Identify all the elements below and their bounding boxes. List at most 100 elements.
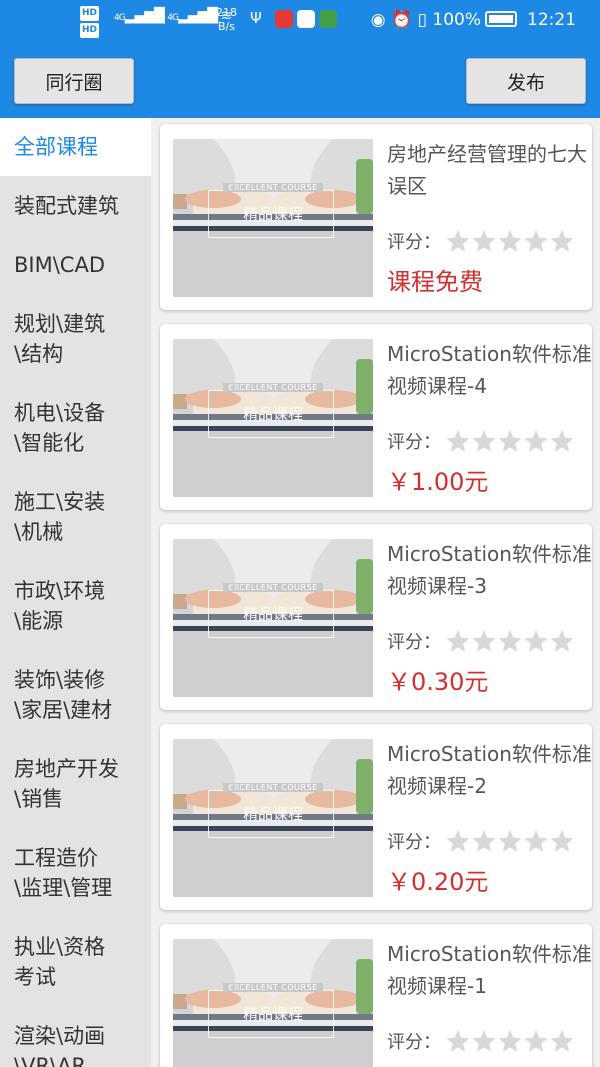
usb-icon: Ψ xyxy=(250,9,266,27)
course-title: MicroStation软件标准视频课程-4 xyxy=(387,342,592,398)
alarm-icon: ⏰ xyxy=(391,10,413,30)
course-thumbnail: EXCELLENT COURSE 精品课程 xyxy=(173,539,373,697)
battery-icon xyxy=(485,11,517,27)
course-rating: 评分： xyxy=(387,1028,575,1054)
category-item[interactable]: 施工\安装\机械 xyxy=(0,472,130,561)
star-icon xyxy=(446,430,470,452)
star-icon xyxy=(472,830,496,852)
status-bar: HD HD 4G▂▄▆█ 4G▂▄▆█ ≋ 218 B/s Ψ ◉ ⏰ ▯ 10… xyxy=(0,0,600,44)
course-card[interactable]: EXCELLENT COURSE 精品课程 MicroStation软件标准视频课程… xyxy=(160,524,592,710)
star-icon xyxy=(524,830,548,852)
category-sidebar: 全部课程 装配式建筑 BIM\CAD 规划\建筑\结构 机电\设备\智能化 施工… xyxy=(0,118,151,1067)
course-thumbnail: EXCELLENT COURSE 精品课程 xyxy=(173,939,373,1067)
thumbnail-en-label: EXCELLENT COURSE xyxy=(223,783,323,792)
course-title: 房地产经营管理的七大误区 xyxy=(387,142,587,198)
course-rating: 评分： xyxy=(387,828,575,854)
network-speed: 218 B/s xyxy=(216,6,237,33)
course-card[interactable]: EXCELLENT COURSE 精品课程 MicroStation软件标准视频课程… xyxy=(160,924,592,1067)
course-card[interactable]: EXCELLENT COURSE 精品课程 MicroStation软件标准视频课程… xyxy=(160,724,592,910)
app-notification-icon xyxy=(274,9,293,28)
course-rating: 评分： xyxy=(387,228,575,254)
status-right: ◉ ⏰ ▯ 100% 12:21 xyxy=(371,10,576,30)
category-item[interactable]: 机电\设备\智能化 xyxy=(0,383,130,472)
category-item[interactable]: 装饰\装修\家居\建材 xyxy=(0,650,130,739)
course-title: MicroStation软件标准视频课程-2 xyxy=(387,742,592,798)
course-list: EXCELLENT COURSE 精品课程 房地产经营管理的七大误区 评分： 课程免费 E… xyxy=(151,118,600,1067)
thumbnail-en-label: EXCELLENT COURSE xyxy=(223,183,323,192)
course-title: MicroStation软件标准视频课程-3 xyxy=(387,542,592,598)
star-icon xyxy=(550,430,574,452)
category-item[interactable]: 渲染\动画\VR\AR xyxy=(0,1006,130,1067)
notification-icons: Ψ xyxy=(250,9,341,28)
star-icon xyxy=(498,430,522,452)
battery-percent: 100% xyxy=(432,10,481,30)
star-icon xyxy=(550,1030,574,1052)
category-item[interactable]: 规划\建筑\结构 xyxy=(0,294,130,383)
app-notification-icon xyxy=(318,9,337,28)
star-icon xyxy=(498,1030,522,1052)
course-rating: 评分： xyxy=(387,428,575,454)
rating-label: 评分： xyxy=(387,1032,441,1053)
star-icon xyxy=(498,230,522,252)
star-icon xyxy=(524,1030,548,1052)
star-icon xyxy=(446,230,470,252)
course-rating: 评分： xyxy=(387,628,575,654)
peer-circle-button[interactable]: 同行圈 xyxy=(14,58,134,104)
course-card[interactable]: EXCELLENT COURSE 精品课程 房地产经营管理的七大误区评分： 课程免费 xyxy=(160,124,592,310)
category-item[interactable]: 全部课程 xyxy=(0,118,151,176)
app-bar: 同行圈 发布 xyxy=(0,44,600,118)
rating-stars xyxy=(445,1029,575,1053)
vibrate-icon: ▯ xyxy=(417,10,427,30)
course-thumbnail: EXCELLENT COURSE 精品课程 xyxy=(173,339,373,497)
hd-badge: HD xyxy=(80,6,100,21)
thumbnail-cn-label: 精品课程 xyxy=(242,405,303,423)
rating-label: 评分： xyxy=(387,232,441,253)
course-price: ￥0.20元 xyxy=(387,868,489,896)
star-icon xyxy=(446,1030,470,1052)
star-icon xyxy=(498,830,522,852)
star-icon xyxy=(524,230,548,252)
course-card[interactable]: EXCELLENT COURSE 精品课程 MicroStation软件标准视频课程… xyxy=(160,324,592,510)
rating-stars xyxy=(445,429,575,453)
category-item[interactable]: 房地产开发\销售 xyxy=(0,739,140,828)
app-notification-icon xyxy=(296,9,315,28)
category-item[interactable]: 执业\资格考试 xyxy=(0,917,130,1006)
thumbnail-cn-label: 精品课程 xyxy=(242,205,303,223)
category-item[interactable]: 工程造价\监理\管理 xyxy=(0,828,130,917)
rating-stars xyxy=(445,629,575,653)
star-icon xyxy=(472,1030,496,1052)
category-item[interactable]: 装配式建筑 xyxy=(0,176,151,235)
star-icon xyxy=(550,830,574,852)
star-icon xyxy=(524,630,548,652)
star-icon xyxy=(498,630,522,652)
rating-label: 评分： xyxy=(387,832,441,853)
hd-badge: HD xyxy=(80,23,100,38)
course-price: ￥0.30元 xyxy=(387,668,489,696)
thumbnail-cn-label: 精品课程 xyxy=(242,1005,303,1023)
rating-label: 评分： xyxy=(387,432,441,453)
hd-indicators: HD HD xyxy=(80,4,101,38)
star-icon xyxy=(446,830,470,852)
star-icon xyxy=(550,230,574,252)
publish-button[interactable]: 发布 xyxy=(466,58,586,104)
thumbnail-cn-label: 精品课程 xyxy=(242,805,303,823)
clock: 12:21 xyxy=(527,10,576,30)
category-item[interactable]: 市政\环境\能源 xyxy=(0,561,130,650)
star-icon xyxy=(472,430,496,452)
star-icon xyxy=(472,630,496,652)
rating-label: 评分： xyxy=(387,632,441,653)
thumbnail-en-label: EXCELLENT COURSE xyxy=(223,983,323,992)
star-icon xyxy=(446,630,470,652)
course-price: 课程免费 xyxy=(387,268,483,296)
thumbnail-en-label: EXCELLENT COURSE xyxy=(223,583,323,592)
course-thumbnail: EXCELLENT COURSE 精品课程 xyxy=(173,739,373,897)
course-price: ￥1.00元 xyxy=(387,468,489,496)
thumbnail-cn-label: 精品课程 xyxy=(242,605,303,623)
rating-stars xyxy=(445,229,575,253)
course-title: MicroStation软件标准视频课程-1 xyxy=(387,942,592,998)
thumbnail-en-label: EXCELLENT COURSE xyxy=(223,383,323,392)
star-icon xyxy=(524,430,548,452)
rating-stars xyxy=(445,829,575,853)
category-item[interactable]: BIM\CAD xyxy=(0,235,151,294)
course-thumbnail: EXCELLENT COURSE 精品课程 xyxy=(173,139,373,297)
